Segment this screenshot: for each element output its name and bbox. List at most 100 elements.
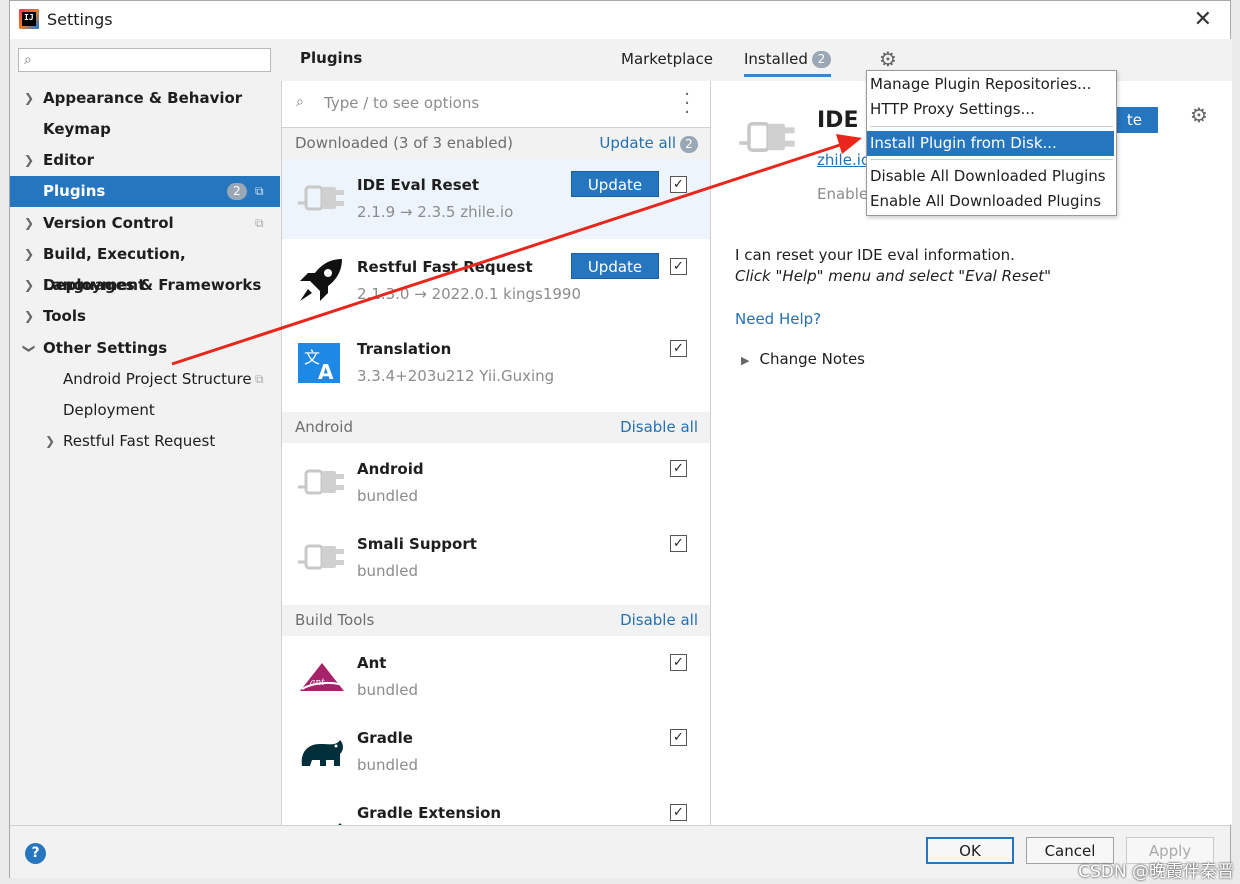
plugin-version: bundled bbox=[357, 487, 418, 505]
enable-checkbox[interactable]: ✓ bbox=[670, 340, 687, 357]
update-button[interactable]: Update bbox=[571, 253, 659, 279]
plugin-name: Translation bbox=[357, 340, 452, 358]
plugin-version: bundled bbox=[357, 756, 418, 774]
sidebar-search-input[interactable]: ⌕ bbox=[18, 48, 271, 72]
enable-checkbox[interactable]: ✓ bbox=[670, 176, 687, 193]
sidebar-item-appearance[interactable]: ❯ Appearance & Behavior bbox=[10, 83, 280, 114]
update-count-badge: 2 bbox=[680, 136, 698, 153]
chevron-right-icon: ❯ bbox=[24, 278, 35, 292]
list-item[interactable]: Gradle Extension ✓ bbox=[282, 787, 710, 825]
ant-icon: ant bbox=[300, 663, 344, 691]
plugin-list-panel: ⌕ Type / to see options · · · Downloaded (… bbox=[281, 81, 710, 825]
sidebar-item-restful-fast-request[interactable]: ❯ Restful Fast Request bbox=[10, 426, 280, 457]
sidebar-item-tools[interactable]: ❯ Tools bbox=[10, 301, 280, 332]
tab-marketplace[interactable]: Marketplace bbox=[621, 50, 713, 68]
detail-status: Enable bbox=[817, 185, 869, 203]
enable-checkbox[interactable]: ✓ bbox=[670, 460, 687, 477]
enable-checkbox[interactable]: ✓ bbox=[670, 654, 687, 671]
sidebar-item-build[interactable]: ❯ Build, Execution, Deployment bbox=[10, 239, 280, 294]
plugin-version: bundled bbox=[357, 681, 418, 699]
settings-sidebar: ⌕ ❯ Appearance & Behavior Keymap ❯ Edito… bbox=[10, 39, 280, 825]
sidebar-item-version-control[interactable]: ❯ Version Control ⧉ bbox=[10, 208, 280, 239]
list-item[interactable]: ant Ant bundled ✓ bbox=[282, 637, 710, 717]
disable-all-link[interactable]: Disable all bbox=[620, 611, 698, 629]
project-settings-icon: ⧉ bbox=[255, 184, 264, 198]
help-icon[interactable]: ? bbox=[25, 843, 46, 864]
chevron-right-icon: ▶ bbox=[741, 354, 750, 367]
update-all-link[interactable]: Update all 2 bbox=[599, 134, 698, 153]
change-notes-toggle[interactable]: ▶ Change Notes bbox=[741, 350, 865, 368]
plugin-name: Ant bbox=[357, 654, 387, 672]
tab-installed[interactable]: Installed 2 bbox=[744, 50, 831, 77]
plugin-search-input[interactable]: ⌕ Type / to see options · · · bbox=[282, 81, 710, 128]
title-bar: IJ Settings ✕ bbox=[10, 1, 1230, 39]
translate-icon: 文A bbox=[298, 343, 340, 384]
plugin-name: Restful Fast Request bbox=[357, 258, 533, 276]
detail-vendor-link[interactable]: zhile.io bbox=[817, 151, 870, 169]
gradle-elephant-icon bbox=[301, 740, 343, 766]
sidebar-item-languages[interactable]: ❯ Languages & Frameworks bbox=[10, 270, 280, 301]
enable-checkbox[interactable]: ✓ bbox=[670, 729, 687, 746]
enable-checkbox[interactable]: ✓ bbox=[670, 804, 687, 821]
plugins-count-badge: 2 bbox=[227, 183, 247, 200]
section-downloaded: Downloaded (3 of 3 enabled) Update all 2 bbox=[282, 128, 710, 159]
menu-divider bbox=[870, 126, 1113, 127]
chevron-right-icon: ❯ bbox=[24, 153, 35, 167]
gear-icon[interactable]: ⚙ bbox=[1190, 103, 1208, 127]
intellij-app-icon: IJ bbox=[19, 9, 39, 29]
update-button[interactable]: Update bbox=[571, 171, 659, 197]
installed-count-badge: 2 bbox=[811, 51, 831, 68]
close-icon[interactable]: ✕ bbox=[1194, 7, 1212, 32]
window-title: Settings bbox=[47, 10, 113, 29]
sidebar-item-android-project-structure[interactable]: Android Project Structure ⧉ bbox=[10, 364, 280, 395]
chevron-right-icon: ❯ bbox=[24, 91, 35, 105]
plugin-plug-icon bbox=[298, 469, 344, 495]
more-options-icon[interactable]: · · · bbox=[684, 86, 690, 122]
plugin-plug-icon bbox=[739, 122, 795, 152]
tab-installed-label: Installed bbox=[744, 50, 808, 68]
chevron-right-icon: ❯ bbox=[45, 434, 56, 448]
list-item[interactable]: IDE Eval Reset 2.1.9 → 2.3.5 zhile.io Up… bbox=[282, 159, 710, 239]
plugin-name: Gradle bbox=[357, 729, 413, 747]
menu-item-http-proxy[interactable]: HTTP Proxy Settings... bbox=[867, 97, 1114, 122]
section-android: Android Disable all bbox=[282, 412, 710, 443]
plugin-plug-icon bbox=[298, 544, 344, 570]
detail-description-hint: Click "Help" menu and select "Eval Reset… bbox=[735, 267, 1052, 285]
page-title: Plugins bbox=[300, 49, 363, 67]
disable-all-link[interactable]: Disable all bbox=[620, 418, 698, 436]
sidebar-item-deployment[interactable]: Deployment bbox=[10, 395, 280, 426]
chevron-right-icon: ❯ bbox=[24, 216, 35, 230]
search-icon: ⌕ bbox=[296, 94, 304, 110]
menu-item-disable-all-downloaded[interactable]: Disable All Downloaded Plugins bbox=[867, 164, 1114, 189]
detail-description: I can reset your IDE eval information. bbox=[735, 246, 1015, 264]
search-icon: ⌕ bbox=[24, 52, 32, 68]
dialog-footer: ? OK Cancel Apply bbox=[10, 825, 1230, 878]
ok-button[interactable]: OK bbox=[926, 837, 1014, 864]
csdn-watermark: CSDN @晚霞伴秦晋 bbox=[1078, 862, 1234, 882]
project-settings-icon: ⧉ bbox=[255, 216, 264, 230]
menu-item-enable-all-downloaded[interactable]: Enable All Downloaded Plugins bbox=[867, 189, 1114, 214]
gear-icon[interactable]: ⚙ bbox=[879, 47, 897, 71]
list-item[interactable]: 文A Translation 3.3.4+203u212 Yii.Guxing … bbox=[282, 323, 710, 403]
sidebar-item-editor[interactable]: ❯ Editor bbox=[10, 145, 280, 176]
enable-checkbox[interactable]: ✓ bbox=[670, 535, 687, 552]
plugin-version: 3.3.4+203u212 Yii.Guxing bbox=[357, 367, 555, 385]
list-item[interactable]: Smali Support bundled ✓ bbox=[282, 518, 710, 598]
menu-item-install-from-disk[interactable]: Install Plugin from Disk... bbox=[867, 131, 1114, 156]
list-item[interactable]: Gradle bundled ✓ bbox=[282, 712, 710, 792]
svg-text:ant: ant bbox=[310, 678, 325, 688]
list-item[interactable]: Android bundled ✓ bbox=[282, 443, 710, 523]
chevron-right-icon: ❯ bbox=[24, 309, 35, 323]
sidebar-item-plugins[interactable]: Plugins 2 ⧉ bbox=[10, 176, 280, 207]
need-help-link[interactable]: Need Help? bbox=[735, 310, 821, 328]
plugin-name: Gradle Extension bbox=[357, 804, 502, 822]
plugin-name: IDE Eval Reset bbox=[357, 176, 480, 194]
sidebar-item-other-settings[interactable]: ❯ Other Settings bbox=[10, 333, 280, 364]
plugin-plug-icon bbox=[298, 185, 344, 211]
plugin-name: Android bbox=[357, 460, 424, 478]
sidebar-item-keymap[interactable]: Keymap bbox=[10, 114, 280, 145]
menu-item-manage-repositories[interactable]: Manage Plugin Repositories... bbox=[867, 72, 1114, 97]
plugin-version: 2.1.3.0 → 2022.0.1 kings1990 bbox=[357, 285, 582, 303]
list-item[interactable]: Restful Fast Request 2.1.3.0 → 2022.0.1 … bbox=[282, 241, 710, 321]
enable-checkbox[interactable]: ✓ bbox=[670, 258, 687, 275]
